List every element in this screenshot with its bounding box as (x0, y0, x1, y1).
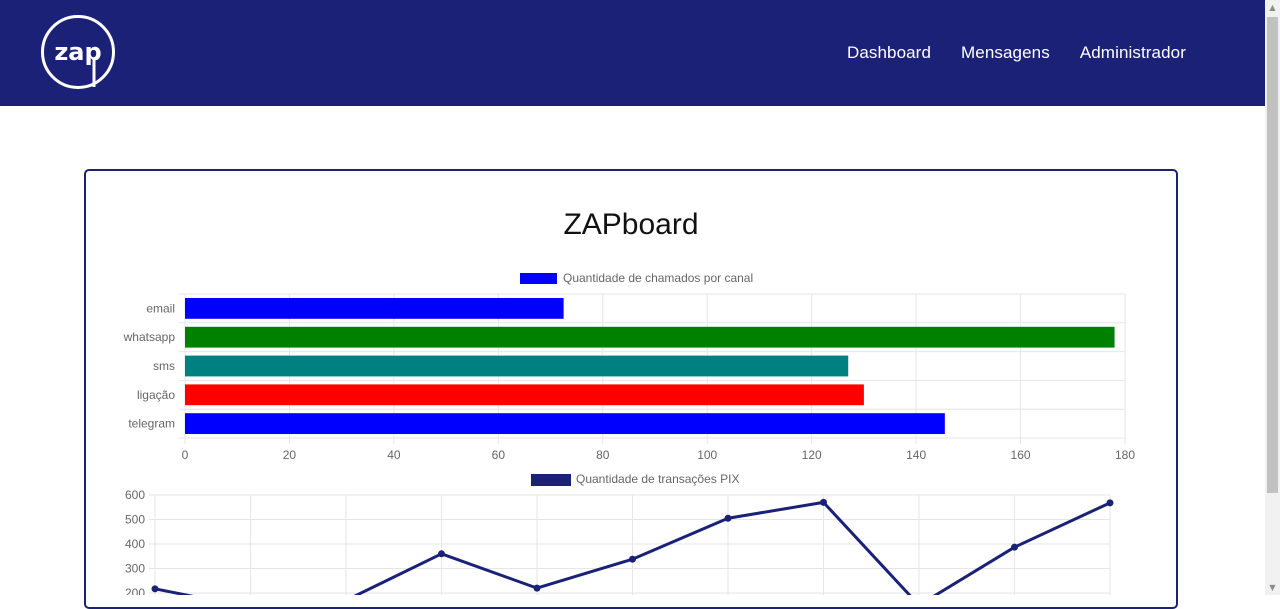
y-tick-label: 200 (125, 586, 145, 595)
pix-line-chart: Quantidade de transações PIX 200 300 400 500… (125, 472, 1114, 595)
scroll-up-arrow-icon[interactable]: ▲ (1265, 0, 1280, 15)
y-tick-label: 300 (125, 562, 145, 576)
data-point (438, 550, 445, 558)
data-point (1106, 499, 1114, 507)
scroll-down-arrow-icon[interactable]: ▼ (1265, 580, 1280, 595)
scroll-thumb[interactable] (1267, 17, 1278, 493)
legend-label: Quantidade de transações PIX (576, 472, 739, 486)
y-tick-label: 500 (125, 513, 145, 527)
data-point (820, 498, 827, 506)
y-tick-label: 600 (125, 488, 145, 502)
page-scrollbar[interactable]: ▲ ▼ (1265, 0, 1280, 595)
data-point (629, 555, 636, 563)
y-tick-label: 400 (125, 537, 145, 551)
data-point (724, 514, 732, 522)
legend-swatch (531, 474, 571, 486)
data-point (533, 584, 541, 592)
data-point (151, 585, 159, 593)
data-point (1011, 543, 1018, 551)
